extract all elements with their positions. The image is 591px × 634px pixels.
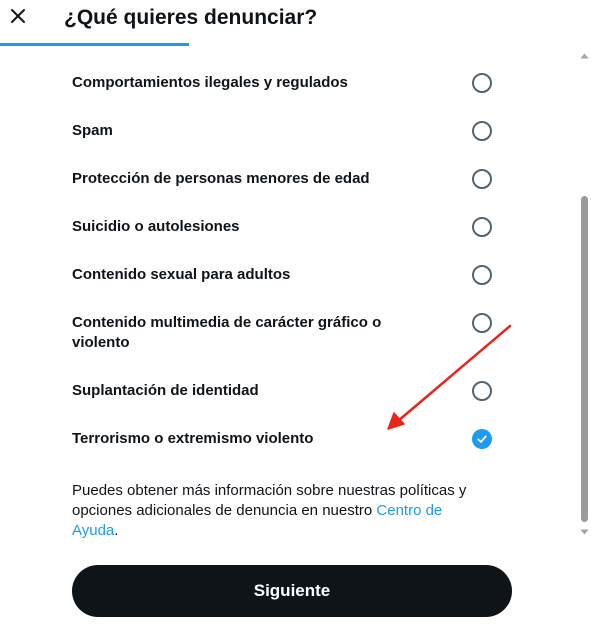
checkmark-icon xyxy=(477,435,487,443)
radio-button[interactable] xyxy=(472,121,492,141)
radio-button[interactable] xyxy=(472,217,492,237)
option-label: Comportamientos ilegales y regulados xyxy=(72,74,348,91)
option-label: Terrorismo o extremismo violento xyxy=(72,430,314,447)
scroll-up-arrow-icon[interactable] xyxy=(580,52,589,60)
scrollbar[interactable] xyxy=(578,46,591,540)
options-list: Comportamientos ilegales y regulados Spa… xyxy=(0,46,591,546)
radio-button[interactable] xyxy=(472,381,492,401)
next-button[interactable]: Siguiente xyxy=(72,565,512,617)
option-label: Protección de personas menores de edad xyxy=(72,170,370,187)
radio-button[interactable] xyxy=(472,169,492,189)
close-icon xyxy=(11,9,25,23)
radio-button[interactable] xyxy=(472,73,492,93)
report-dialog: ¿Qué quieres denunciar? Comportamientos … xyxy=(0,0,591,634)
option-adult-sexual-content[interactable]: Contenido sexual para adultos xyxy=(72,265,492,285)
radio-button[interactable] xyxy=(472,265,492,285)
option-label: Suicidio o autolesiones xyxy=(72,218,240,235)
close-button[interactable] xyxy=(4,2,32,30)
radio-button-checked[interactable] xyxy=(472,429,492,449)
option-terrorism-extremism[interactable]: Terrorismo o extremismo violento xyxy=(72,429,492,449)
scroll-down-arrow-icon[interactable] xyxy=(580,528,589,536)
option-impersonation[interactable]: Suplantación de identidad xyxy=(72,381,492,401)
option-label: Contenido sexual para adultos xyxy=(72,266,291,283)
option-spam[interactable]: Spam xyxy=(72,121,492,141)
option-label: Suplantación de identidad xyxy=(72,382,259,399)
option-illegal-regulated[interactable]: Comportamientos ilegales y regulados xyxy=(72,73,492,93)
dialog-title: ¿Qué quieres denunciar? xyxy=(64,6,318,29)
scrollbar-thumb[interactable] xyxy=(581,196,588,522)
option-label: Spam xyxy=(72,122,113,139)
dialog-header: ¿Qué quieres denunciar? xyxy=(0,0,591,46)
radio-button[interactable] xyxy=(472,313,492,333)
help-text: Puedes obtener más información sobre nue… xyxy=(72,482,467,539)
option-graphic-violent-media[interactable]: Contenido multimedia de carácter gráfico… xyxy=(72,313,492,353)
option-suicide-self-harm[interactable]: Suicidio o autolesiones xyxy=(72,217,492,237)
option-label: Contenido multimedia de carácter gráfico… xyxy=(72,314,382,351)
option-minors-protection[interactable]: Protección de personas menores de edad xyxy=(72,169,492,189)
